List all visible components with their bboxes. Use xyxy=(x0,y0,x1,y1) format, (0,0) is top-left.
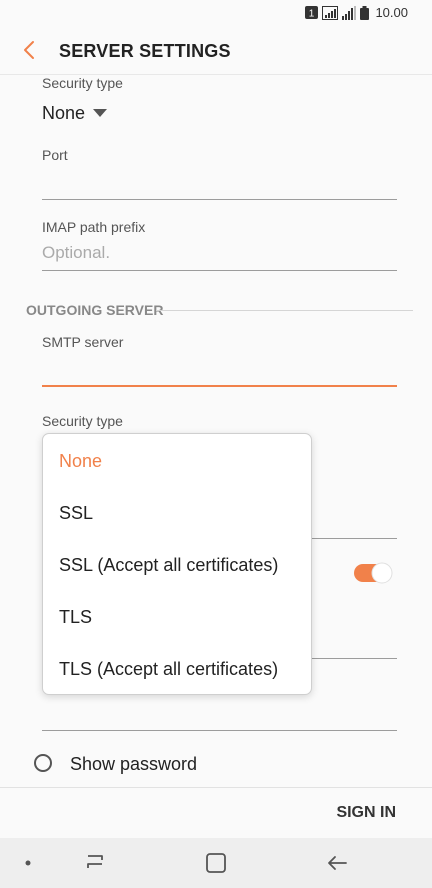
imap-path-prefix-field[interactable]: Optional. xyxy=(42,240,397,268)
incoming-security-type-value: None xyxy=(42,103,86,123)
battery-icon xyxy=(360,5,370,20)
password-underline xyxy=(42,730,397,731)
sign-in-button[interactable]: SIGN IN xyxy=(336,804,396,822)
port-underline xyxy=(42,199,397,200)
dropdown-option-none[interactable]: None xyxy=(59,451,102,472)
status-icons: 1 10.00 xyxy=(305,5,408,20)
show-password-label: Show password xyxy=(70,754,198,774)
nav-dot-icon[interactable] xyxy=(24,859,32,867)
recent-apps-icon[interactable] xyxy=(84,852,106,872)
navigation-bar xyxy=(0,838,432,888)
show-password-radio[interactable] xyxy=(34,754,52,772)
page-title: SERVER SETTINGS xyxy=(59,41,231,61)
hidden-field-underline xyxy=(310,538,397,539)
smtp-active-underline xyxy=(42,385,397,387)
dropdown-option-tls-accept-all[interactable]: TLS (Accept all certificates) xyxy=(59,659,278,680)
dropdown-option-ssl-accept-all[interactable]: SSL (Accept all certificates) xyxy=(59,555,278,576)
wifi-calling-signal-icon xyxy=(322,5,339,20)
outgoing-server-header: OUTGOING SERVER xyxy=(26,302,164,318)
svg-text:1: 1 xyxy=(309,9,315,20)
smtp-server-label: SMTP server xyxy=(42,334,124,350)
back-chevron-icon[interactable] xyxy=(18,38,42,62)
dropdown-arrow-icon xyxy=(93,109,107,117)
dropdown-option-ssl[interactable]: SSL xyxy=(59,503,93,524)
port-label: Port xyxy=(42,147,68,163)
hidden-field-underline-2 xyxy=(310,658,397,659)
notification-badge-icon: 1 xyxy=(305,6,319,20)
home-icon[interactable] xyxy=(205,852,227,874)
status-time: 10.00 xyxy=(375,5,408,20)
bottom-action-bar: SIGN IN xyxy=(0,787,432,838)
port-field[interactable] xyxy=(42,170,397,198)
toggle-switch[interactable] xyxy=(353,562,393,584)
incoming-security-type-label: Security type xyxy=(42,75,123,91)
section-divider xyxy=(156,310,413,311)
back-icon[interactable] xyxy=(326,852,348,874)
imap-path-prefix-placeholder: Optional. xyxy=(42,243,111,262)
app-header: SERVER SETTINGS xyxy=(0,28,432,75)
imap-underline xyxy=(42,270,397,271)
security-type-dropdown: None SSL SSL (Accept all certificates) T… xyxy=(42,433,312,695)
outgoing-security-type-label: Security type xyxy=(42,413,123,429)
status-bar: 1 10.00 xyxy=(0,0,432,28)
imap-path-prefix-label: IMAP path prefix xyxy=(42,219,146,235)
smtp-server-field[interactable] xyxy=(42,355,397,383)
dropdown-option-tls[interactable]: TLS xyxy=(59,607,92,628)
incoming-security-type-select[interactable]: None xyxy=(42,101,122,127)
signal-strength-icon xyxy=(342,5,357,20)
